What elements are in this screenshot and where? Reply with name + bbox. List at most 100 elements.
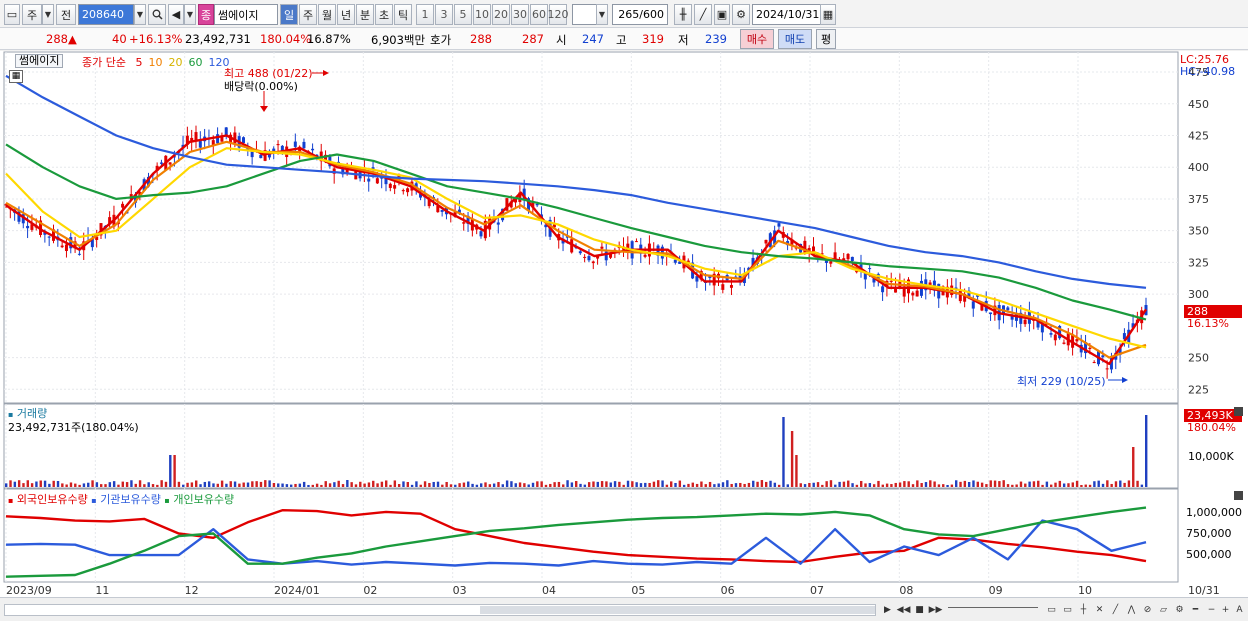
volume-bar — [1054, 482, 1057, 487]
volume-bar — [497, 482, 500, 487]
volume-bar — [74, 483, 77, 487]
sound-dropdown-icon[interactable]: ▼ — [184, 4, 196, 25]
layout-icon[interactable]: ▭ — [1060, 602, 1075, 617]
volume-bar — [937, 484, 941, 487]
volume-bar — [631, 481, 634, 487]
layout-icon[interactable]: ▭ — [4, 4, 20, 25]
period-button[interactable]: 일 — [280, 4, 298, 25]
volume-bar — [229, 481, 232, 487]
table-toggle-icon[interactable]: ▦ — [9, 70, 23, 83]
zoom-slider[interactable] — [948, 607, 1038, 613]
volume-bar — [700, 481, 703, 487]
draw-tool-icon[interactable]: ⊘ — [1140, 602, 1155, 617]
candle-body — [64, 244, 68, 251]
stock-chart[interactable]: 475 450 425 400 375 350 325 300 250 225 2023/09 11… — [0, 51, 1248, 621]
volume-bar — [963, 480, 967, 487]
period-button[interactable]: 초 — [375, 4, 393, 25]
sell-button[interactable]: 매도 — [778, 29, 812, 49]
candle-body — [1075, 339, 1079, 342]
draw-tool-icon[interactable]: ⋀ — [1124, 602, 1139, 617]
zoom-out-icon[interactable]: − — [1204, 602, 1219, 617]
volume-bar — [557, 481, 561, 487]
draw-tool-icon[interactable]: ╱ — [694, 4, 712, 25]
code-input[interactable]: 208640 — [78, 4, 134, 25]
gear-icon[interactable]: ⚙ — [732, 4, 750, 25]
sound-icon[interactable]: ◀ — [168, 4, 184, 25]
interval-button[interactable]: 20 — [492, 4, 510, 25]
draw-tool-icon[interactable]: ╱ — [1108, 602, 1123, 617]
price-name-tag[interactable]: 썸에이지 — [15, 54, 64, 68]
interval-button[interactable]: 1 — [416, 4, 434, 25]
volume-bar — [462, 482, 466, 487]
panel-close-icon[interactable] — [1234, 407, 1243, 416]
volume-bar — [363, 483, 366, 487]
minus-line-icon[interactable]: ━ — [1188, 602, 1203, 617]
interval-button[interactable]: 5 — [454, 4, 472, 25]
layout-icon[interactable]: ▭ — [1044, 602, 1059, 617]
candle-icon[interactable]: ╫ — [674, 4, 692, 25]
volume-bar — [268, 480, 271, 487]
volume-y-tick: 10,000K — [1188, 450, 1234, 463]
market-dropdown-icon[interactable]: ▼ — [42, 4, 54, 25]
interval-button[interactable]: 60 — [530, 4, 548, 25]
ex-div-annotation: 배당락(0.00%) — [224, 80, 298, 93]
period-button[interactable]: 주 — [299, 4, 317, 25]
period-button[interactable]: 년 — [337, 4, 355, 25]
volume-bar — [890, 484, 893, 487]
scroll-right-icon[interactable]: ▶ — [880, 602, 895, 617]
date-input[interactable]: 2024/10/31 — [752, 4, 822, 25]
volume-bar — [108, 482, 112, 487]
x-tick-label: 02 — [363, 584, 377, 597]
interval-button[interactable]: 120 — [548, 4, 569, 25]
volume-bar — [121, 481, 124, 487]
interval-button[interactable]: 30 — [511, 4, 529, 25]
interval-button[interactable]: 10 — [473, 4, 491, 25]
horizontal-scrollbar[interactable] — [4, 604, 876, 616]
stop-icon[interactable]: ■ — [912, 602, 927, 617]
count-input[interactable]: 265/600 — [612, 4, 668, 25]
draw-tool-icon[interactable]: ✕ — [1092, 602, 1107, 617]
ma-legend-item: 5 — [135, 56, 143, 69]
interval-button[interactable]: 3 — [435, 4, 453, 25]
scroll-thumb[interactable] — [480, 606, 875, 614]
crosshair-icon[interactable]: ┼ — [1076, 602, 1091, 617]
avg-button[interactable]: 평 — [816, 29, 836, 49]
gear-icon[interactable]: ⚙ — [1172, 602, 1187, 617]
period-button[interactable]: 월 — [318, 4, 336, 25]
draw-tool-icon[interactable]: ▱ — [1156, 602, 1171, 617]
search-icon[interactable] — [148, 4, 166, 25]
prev-button[interactable]: 전 — [56, 4, 76, 25]
chart-window: ▭ 주 ▼ 전 208640 ▼ ◀ ▼ 종 썸에이지 일주월년분초틱 1351… — [0, 0, 1248, 621]
volume-bar — [186, 482, 189, 487]
candle-body — [168, 162, 172, 165]
volume-bar — [341, 484, 345, 487]
fast-forward-icon[interactable]: ▶▶ — [928, 602, 943, 617]
rewind-icon[interactable]: ◀◀ — [896, 602, 911, 617]
volume-bar — [199, 484, 202, 487]
volume-bar — [285, 484, 289, 487]
price-name-label: 썸에이지 — [19, 54, 60, 67]
volume-bar — [955, 480, 958, 487]
quote-ask: 288 — [470, 32, 492, 46]
candle-body — [293, 141, 297, 147]
period-button[interactable]: 틱 — [394, 4, 412, 25]
interval-dropdown-icon[interactable]: ▼ — [596, 4, 608, 25]
zoom-in-icon[interactable]: + — [1218, 602, 1233, 617]
period-button[interactable]: 분 — [356, 4, 374, 25]
panel-close-icon[interactable] — [1234, 491, 1243, 500]
stock-name-field[interactable]: 썸에이지 — [214, 4, 278, 25]
market-select[interactable]: 주 — [22, 4, 42, 25]
date-value: 2024/10/31 — [756, 8, 820, 21]
ma-legend: 종가 단순 5 10 20 60 120 — [82, 54, 229, 70]
font-size-icon[interactable]: A — [1232, 602, 1247, 617]
save-icon[interactable]: ▣ — [714, 4, 730, 25]
volume-bar — [652, 481, 656, 487]
buy-button[interactable]: 매수 — [740, 29, 774, 49]
volume-bar — [410, 484, 414, 487]
calendar-icon[interactable]: ▦ — [820, 4, 836, 25]
code-dropdown-icon[interactable]: ▼ — [134, 4, 146, 25]
y-tick-label: 300 — [1188, 288, 1209, 301]
volume-bar — [626, 480, 630, 487]
y-tick-label: 225 — [1188, 383, 1209, 396]
price-panel — [3, 51, 1179, 404]
